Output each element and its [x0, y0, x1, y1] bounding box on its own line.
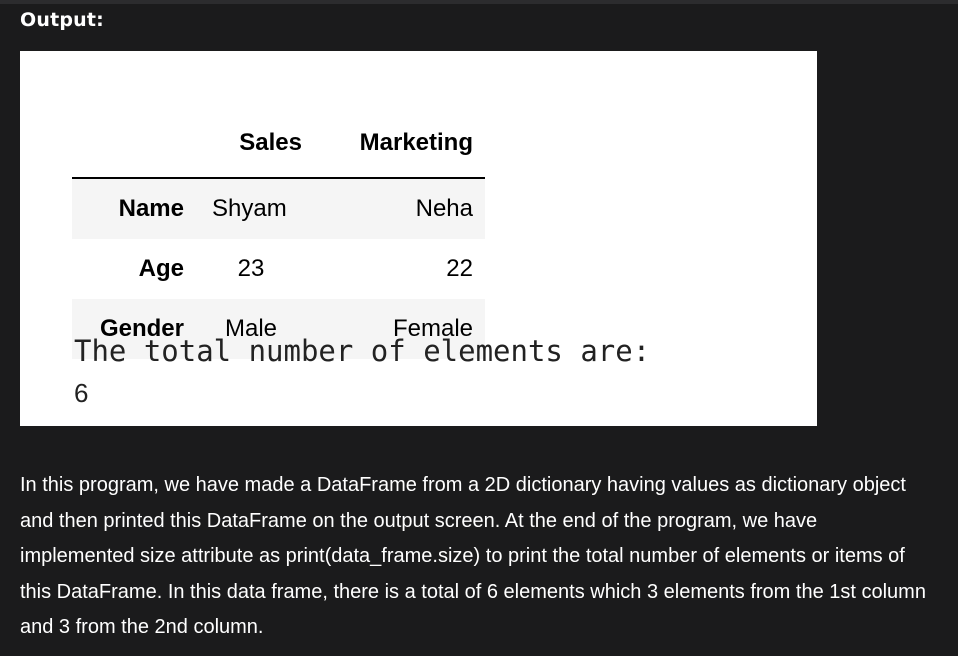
column-header-sales: Sales	[200, 113, 302, 179]
cell-name-sales: Shyam	[212, 195, 287, 222]
row-index-name: Name	[118, 195, 184, 222]
table-header-row: Sales Marketing	[72, 113, 485, 179]
cell-age-marketing: 22	[446, 255, 473, 282]
output-panel: Sales Marketing Name Shyam Neha Age 23 2…	[20, 51, 817, 426]
dataframe-table: Sales Marketing Name Shyam Neha Age 23 2…	[72, 113, 485, 359]
table-row-name: Name Shyam Neha	[72, 178, 485, 239]
cell-age-sales: 23	[237, 255, 265, 282]
printed-output-text: The total number of elements are:	[74, 334, 651, 368]
top-border	[0, 0, 958, 4]
cell-name-marketing: Neha	[415, 195, 473, 222]
section-heading: Output:	[20, 9, 104, 31]
row-index-age: Age	[138, 255, 184, 282]
index-header	[72, 113, 200, 179]
explanation-paragraph: In this program, we have made a DataFram…	[20, 474, 926, 638]
table-row-age: Age 23 22	[72, 239, 485, 299]
column-header-marketing: Marketing	[302, 113, 485, 179]
printed-output-value: 6	[74, 378, 89, 408]
